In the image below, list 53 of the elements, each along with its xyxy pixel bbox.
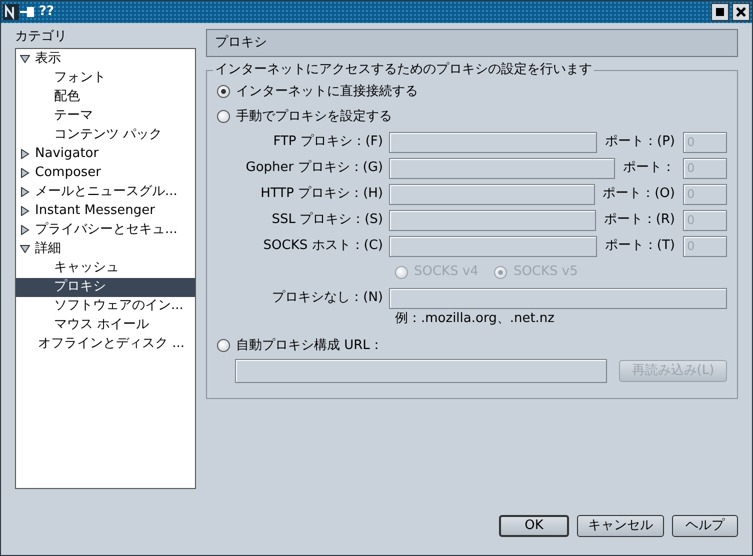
tree-item[interactable]: 詳細 [16,240,195,259]
tree-item[interactable]: 表示 [16,50,195,69]
maximize-button[interactable] [711,3,729,21]
radio-button[interactable] [217,85,230,98]
radio-label: 手動でプロキシを設定する [236,108,392,124]
field-label: Gopher プロキシ：(G) [244,160,384,176]
tree-item[interactable]: ソフトウェアのイン... [16,296,195,316]
tree-item[interactable]: プロキシ [16,278,195,297]
help-button[interactable]: ヘルプ [672,515,738,537]
panel-header: プロキシ [206,29,738,57]
field-label: FTP プロキシ：(F) [272,134,384,150]
expanded-triangle-icon[interactable] [20,244,30,254]
collapsed-triangle-icon[interactable] [20,225,30,236]
radio-button[interactable] [217,110,230,123]
collapsed-triangle-icon[interactable] [20,206,30,216]
radio-label: インターネットに直接接続する [236,84,418,100]
tree-item[interactable]: キャッシュ [16,258,195,278]
field-label: ポート：(P) [604,134,676,150]
close-button[interactable] [732,3,750,21]
expanded-triangle-icon[interactable] [20,54,30,64]
tree-item[interactable]: Composer [16,164,195,183]
cancel-button[interactable]: キャンセル [577,515,664,537]
tree-item[interactable]: オフラインとディスク ... [16,334,195,354]
field-label: ポート：(O) [602,186,676,202]
window-title: ?? [39,4,54,20]
field-label: SSL プロキシ：(S) [270,212,384,228]
tree-item[interactable]: プライバシーとセキュ... [16,220,195,240]
example-text: 例：.mozilla.org、.net.nz [394,311,556,328]
collapsed-triangle-icon[interactable] [20,187,30,198]
app-logo-icon [3,4,35,20]
tree-item[interactable]: 配色 [16,88,195,107]
tree-item[interactable]: テーマ [16,106,195,126]
collapsed-triangle-icon[interactable] [20,149,30,160]
radio-button[interactable] [217,339,230,352]
tree-item[interactable]: メールとニュースグル... [16,182,195,202]
field-label: SOCKS ホスト：(C) [262,238,384,254]
category-label: カテゴリ [15,29,68,45]
field-label: ポート：(T) [604,238,676,254]
radio-label: 自動プロキシ構成 URL： [236,338,383,354]
tree-item[interactable]: フォント [16,68,195,88]
group-label: インターネットにアクセスするためのプロキシの設定を行います [213,62,594,78]
tree-item[interactable]: Instant Messenger [16,202,195,221]
field-label: HTTP プロキシ：(H) [260,186,384,202]
collapsed-triangle-icon[interactable] [20,168,30,178]
field-label: ポート： [622,160,676,176]
tree-item[interactable]: Navigator [16,144,195,164]
field-label: プロキシなし：(N) [271,290,384,306]
tree-item[interactable]: コンテンツ パック [16,126,195,145]
ok-button[interactable]: OK [499,515,569,537]
square-icon [716,8,724,16]
close-icon [736,7,746,17]
tree-item[interactable]: マウス ホイール [16,316,195,335]
field-label: ポート：(R) [602,212,676,228]
